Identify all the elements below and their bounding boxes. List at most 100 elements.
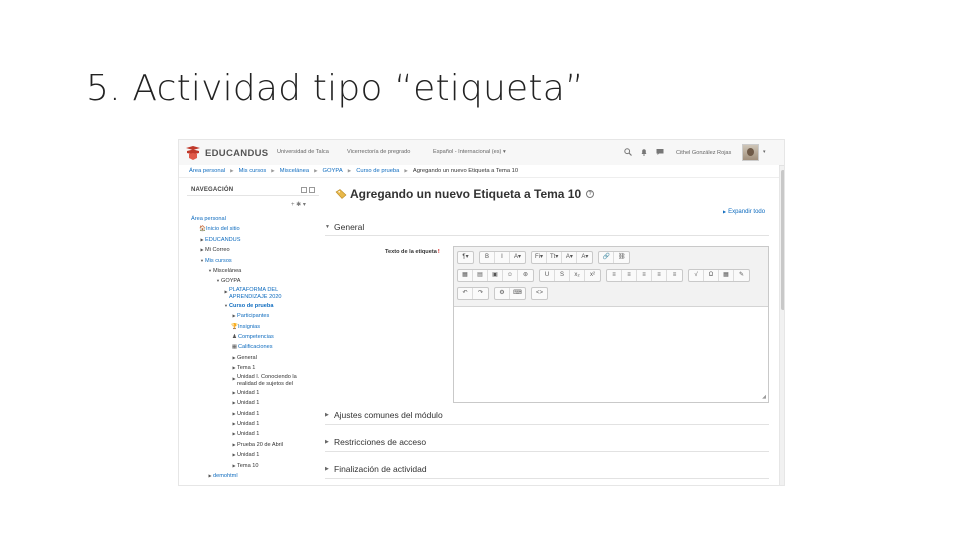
- breadcrumb-separator-icon: ▶: [347, 168, 352, 173]
- nav-tree-item[interactable]: Área personal: [187, 214, 319, 224]
- toolbar-button[interactable]: A▾: [577, 252, 592, 263]
- nav-tree-item[interactable]: ▶ Unidad 1: [187, 388, 319, 398]
- toolbar-button[interactable]: ▤: [473, 270, 488, 281]
- nav-tree-item[interactable]: ▶ Unidad 1: [187, 419, 319, 429]
- toolbar-button[interactable]: ≡: [652, 270, 667, 281]
- breadcrumb-item[interactable]: Miscelánea: [280, 168, 309, 174]
- resize-grip-icon[interactable]: ◢: [762, 394, 766, 400]
- toolbar-button[interactable]: ¶▾: [458, 252, 473, 263]
- toolbar-group: U Sx₂ x²: [539, 269, 601, 282]
- field-label-text: Texto de la etiqueta: [385, 249, 437, 255]
- breadcrumb-item[interactable]: Mis cursos: [239, 168, 267, 174]
- toolbar-button[interactable]: ⛓: [614, 252, 629, 263]
- breadcrumb-current: Agregando un nuevo Etiqueta a Tema 10: [412, 168, 519, 174]
- nav-tree-item[interactable]: ♟ Competencias: [187, 332, 319, 342]
- section-completion[interactable]: ▶ Finalización de actividad: [325, 464, 427, 474]
- editor-content-area[interactable]: ◢: [454, 307, 768, 402]
- user-avatar[interactable]: [742, 144, 759, 161]
- toolbar-button[interactable]: ☺: [503, 270, 518, 281]
- nav-tree-item[interactable]: ▶ EDUCANDUS: [187, 235, 319, 245]
- nav-tree-item[interactable]: ▼ Mis cursos: [187, 256, 319, 266]
- toolbar-button[interactable]: √: [689, 270, 704, 281]
- nav-tree-item[interactable]: ▶ PLATAFORMA DEL APRENDIZAJE 2020: [187, 287, 319, 301]
- nav-tree-item[interactable]: ▶ Unidad 1: [187, 450, 319, 460]
- toolbar-button[interactable]: ≡: [637, 270, 652, 281]
- toolbar-button[interactable]: ▦: [458, 270, 473, 281]
- nav-tree-item[interactable]: ▼ Curso de prueba: [187, 301, 319, 311]
- user-name[interactable]: Cithel González Rojas: [676, 150, 731, 156]
- section-common-label: Ajustes comunes del módulo: [334, 410, 443, 420]
- navigation-block-header: NAVEGACIÓN: [187, 185, 319, 196]
- toolbar-button[interactable]: ↶: [458, 288, 473, 299]
- nav-tree-item[interactable]: ▶ General: [187, 353, 319, 363]
- navlink-universidad[interactable]: Universidad de Talca: [277, 149, 329, 155]
- toolbar-button[interactable]: ≡: [607, 270, 622, 281]
- toolbar-button[interactable]: B: [480, 252, 495, 263]
- toolbar-button[interactable]: ✎: [734, 270, 749, 281]
- expand-all-link[interactable]: ▶ Expandir todo: [723, 209, 765, 215]
- nav-tree-item[interactable]: ▶ Unidad 1: [187, 429, 319, 439]
- toolbar-button[interactable]: ≡: [622, 270, 637, 281]
- toolbar-button[interactable]: ⚙: [495, 288, 510, 299]
- block-actions-menu[interactable]: + ✱ ▾: [291, 201, 306, 208]
- bell-icon[interactable]: [640, 148, 648, 158]
- brand-name: EDUCANDUS: [205, 147, 269, 159]
- toolbar-button[interactable]: ⊛: [518, 270, 533, 281]
- nav-tree-item[interactable]: ▼ GOYPA: [187, 276, 319, 286]
- toolbar-group: B I A▾: [479, 251, 526, 264]
- nav-tree-item[interactable]: ▶ Unidad 1: [187, 398, 319, 408]
- toolbar-group: ↶ ↷: [457, 287, 489, 300]
- section-restrictions[interactable]: ▶ Restricciones de acceso: [325, 437, 426, 447]
- toolbar-button[interactable]: Tt▾: [547, 252, 563, 263]
- nav-tree-item[interactable]: ▶ Mi Correo: [187, 245, 319, 255]
- chevron-down-icon[interactable]: ▾: [763, 149, 766, 155]
- dock-block-icon[interactable]: [301, 187, 307, 193]
- toolbar-button[interactable]: 🔗: [599, 252, 615, 263]
- nav-tree-item[interactable]: ▶ Participantes: [187, 311, 319, 321]
- nav-tree-item[interactable]: ▶ demohtml: [187, 471, 319, 481]
- chat-icon[interactable]: [656, 148, 664, 158]
- nav-tree-item[interactable]: 🏠 Inicio del sitio: [187, 224, 319, 234]
- toolbar-button[interactable]: <>: [532, 288, 547, 299]
- nav-tree-item[interactable]: ▶ Tema 1: [187, 363, 319, 373]
- language-menu[interactable]: Español - Internacional (es) ▾: [433, 149, 506, 155]
- nav-tree-item[interactable]: ▶ Unidad I. Conociendo la realidad de suj…: [187, 374, 319, 388]
- nav-tree-label: Miscelánea: [213, 268, 242, 275]
- help-icon[interactable]: ?: [586, 190, 595, 198]
- breadcrumb-item[interactable]: GOYPA: [323, 168, 343, 174]
- nav-tree-item[interactable]: ▦ Calificaciones: [187, 342, 319, 352]
- nav-item-icon: 🏆: [231, 323, 238, 330]
- nav-tree-item[interactable]: 🏆 Insignias: [187, 322, 319, 332]
- page-scrollbar[interactable]: [779, 166, 784, 485]
- toolbar-button[interactable]: ↷: [473, 288, 488, 299]
- breadcrumb-item[interactable]: Área personal: [189, 168, 225, 174]
- nav-tree-label: Tema 1: [237, 365, 256, 372]
- search-icon[interactable]: [624, 148, 632, 158]
- toolbar-button[interactable]: ▣: [488, 270, 503, 281]
- nav-tree-item[interactable]: ▶ Tema 10: [187, 461, 319, 471]
- toolbar-button[interactable]: I: [495, 252, 510, 263]
- scrollbar-thumb[interactable]: [781, 170, 784, 310]
- brand[interactable]: EDUCANDUS: [185, 145, 268, 161]
- toolbar-group: <>: [531, 287, 548, 300]
- toolbar-button[interactable]: Ω: [704, 270, 719, 281]
- toolbar-button[interactable]: ⌨: [510, 288, 525, 299]
- toolbar-button[interactable]: U: [540, 270, 555, 281]
- navlink-vicerrectoria[interactable]: Vicerrectoría de pregrado: [347, 149, 410, 155]
- toolbar-button[interactable]: A▾: [562, 252, 578, 263]
- nav-tree-item[interactable]: ▼ Miscelánea: [187, 266, 319, 276]
- toolbar-button[interactable]: S: [555, 270, 570, 281]
- toolbar-button[interactable]: x²: [585, 270, 600, 281]
- breadcrumb-item[interactable]: Curso de prueba: [356, 168, 399, 174]
- nav-tree-item[interactable]: ▶ Unidad 1: [187, 409, 319, 419]
- nav-tree-label: Unidad I. Conociendo la realidad de suje…: [237, 373, 297, 387]
- toolbar-button[interactable]: ≡: [667, 270, 682, 281]
- section-common-settings[interactable]: ▶ Ajustes comunes del módulo: [325, 410, 443, 420]
- toolbar-button[interactable]: A▾: [510, 252, 525, 263]
- toolbar-button[interactable]: ▦: [719, 270, 734, 281]
- toolbar-button[interactable]: Fi▾: [532, 252, 548, 263]
- toolbar-button[interactable]: x₂: [570, 270, 585, 281]
- collapse-block-icon[interactable]: [309, 187, 315, 193]
- section-general[interactable]: ▼ General: [325, 222, 364, 232]
- nav-tree-item[interactable]: ▶ Prueba 20 de Abril: [187, 440, 319, 450]
